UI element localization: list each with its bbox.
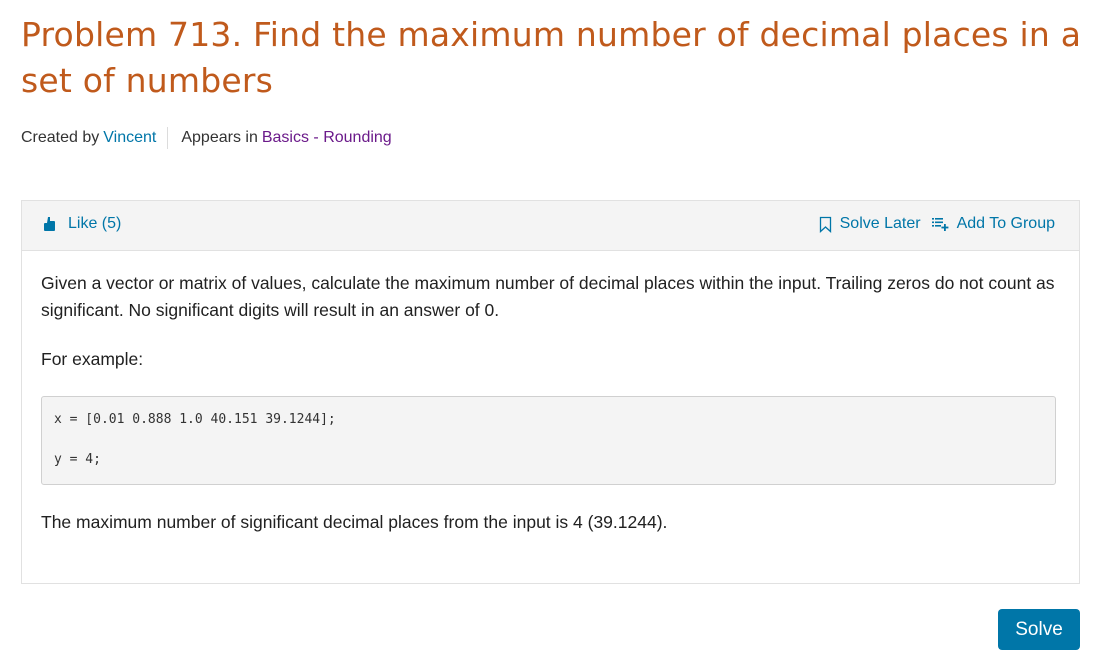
appears-in-label: Appears in <box>181 129 258 146</box>
created-by-label: Created by <box>21 129 100 146</box>
problem-meta: Created by Vincent Appears in Basics - R… <box>21 127 392 149</box>
conclusion-paragraph: The maximum number of significant decima… <box>41 512 668 532</box>
group-link[interactable]: Basics - Rounding <box>262 127 392 149</box>
code-line: x = [0.01 0.888 1.0 40.151 39.1244]; <box>54 412 336 427</box>
thumbs-up-icon <box>44 217 55 231</box>
add-to-group-label: Add To Group <box>956 215 1055 232</box>
code-line: y = 4; <box>54 452 101 467</box>
problem-panel: Like (5) Solve Later Add To Group Given <box>21 200 1080 584</box>
solve-later-button[interactable]: Solve Later <box>819 215 921 233</box>
code-block: x = [0.01 0.888 1.0 40.151 39.1244]; y =… <box>41 396 1056 485</box>
playlist-add-icon <box>931 218 948 231</box>
meta-divider <box>167 127 169 149</box>
page-title: Problem 713. Find the maximum number of … <box>21 15 1082 100</box>
problem-description: Given a vector or matrix of values, calc… <box>22 251 1079 536</box>
add-to-group-button[interactable]: Add To Group <box>931 215 1055 233</box>
panel-actions: Solve Later Add To Group <box>819 215 1055 233</box>
panel-toolbar: Like (5) Solve Later Add To Group <box>22 201 1079 251</box>
like-label: Like (5) <box>68 215 122 232</box>
bookmark-icon <box>819 216 831 233</box>
solve-button[interactable]: Solve <box>998 609 1080 650</box>
like-button[interactable]: Like (5) <box>42 215 121 233</box>
author-link[interactable]: Vincent <box>103 127 156 149</box>
description-paragraph: Given a vector or matrix of values, calc… <box>41 273 1055 320</box>
solve-later-label: Solve Later <box>839 215 921 232</box>
example-label: For example: <box>41 349 144 369</box>
